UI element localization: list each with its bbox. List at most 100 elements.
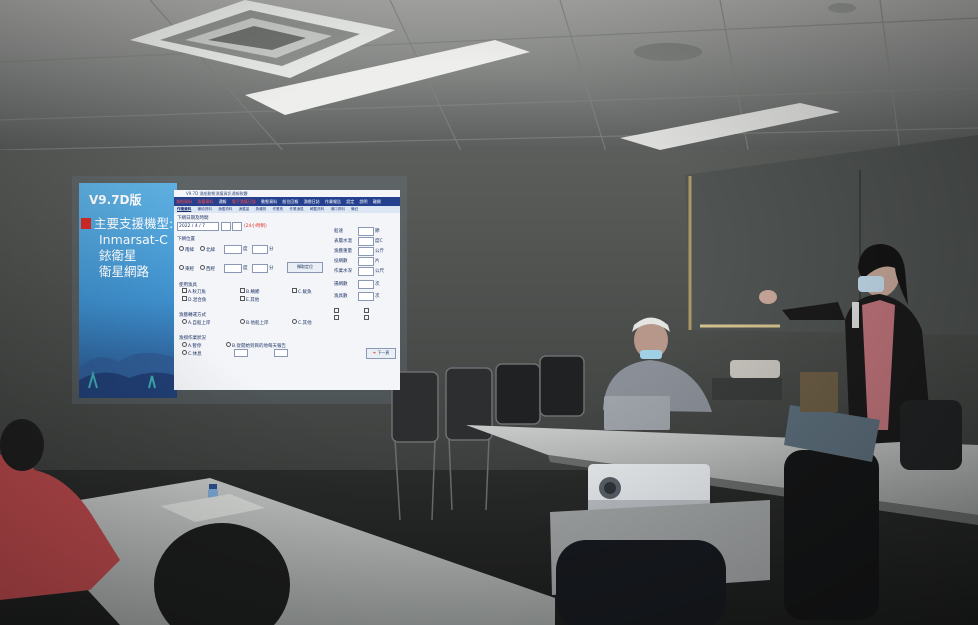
option-item[interactable] bbox=[364, 315, 370, 322]
menu-item[interactable]: 通報 bbox=[219, 199, 227, 204]
lon-minute-input[interactable] bbox=[252, 264, 268, 273]
projected-app-window: V9.7D 漁船動態漁獲資訊通報軟體 漁船資料 漁獲資料 通報 電子漁獲日誌 動… bbox=[174, 190, 400, 390]
app-tabbar: 作業資料 補填資料 漁獲資料 漁獲量 魚種別 作業別 作業漁區 轉載資料 港口資… bbox=[174, 206, 400, 213]
tab-item[interactable]: 漁獲量 bbox=[239, 207, 250, 211]
transfer-option[interactable]: C.其他 bbox=[292, 319, 312, 326]
radio-icon bbox=[226, 342, 231, 347]
transfer-option[interactable]: A.自船上岸 bbox=[182, 319, 210, 326]
hour-input[interactable] bbox=[221, 222, 231, 231]
field-input[interactable] bbox=[358, 237, 374, 246]
laptop bbox=[604, 396, 670, 430]
lon-degree-input[interactable] bbox=[224, 264, 242, 273]
option-item[interactable] bbox=[364, 308, 370, 315]
deg-unit: 度 bbox=[243, 247, 248, 252]
lon-radio-east[interactable]: 東經 bbox=[179, 265, 194, 272]
gear-option[interactable]: D.混合魚 bbox=[182, 296, 206, 303]
lat-minute-input[interactable] bbox=[252, 245, 268, 254]
field-input[interactable] bbox=[358, 292, 374, 301]
lat-radio-south[interactable]: 南緯 bbox=[179, 246, 194, 253]
minute-input[interactable] bbox=[232, 222, 242, 231]
radio-icon bbox=[200, 246, 205, 251]
right-options-group bbox=[334, 308, 394, 322]
field-input[interactable] bbox=[358, 257, 374, 266]
days-input[interactable] bbox=[234, 349, 248, 357]
field-input[interactable] bbox=[358, 247, 374, 256]
dark-chair-right bbox=[784, 450, 879, 620]
field-unit: 次 bbox=[375, 294, 380, 299]
checkbox-icon bbox=[364, 315, 369, 320]
field-unit: 片 bbox=[375, 259, 380, 264]
tab-item[interactable]: 漁獲資料 bbox=[218, 207, 232, 211]
transfer-option[interactable]: B.他船上岸 bbox=[240, 319, 269, 326]
lat-radio-north[interactable]: 北緯 bbox=[200, 246, 215, 253]
slide-feature-list: 主要支援機型: Inmarsat-C 銥衛星 衛星網路 bbox=[79, 216, 177, 280]
menu-item[interactable]: 離開 bbox=[373, 199, 381, 204]
tab-item[interactable]: 作業漁區 bbox=[289, 207, 303, 211]
position-label: 下網位置 bbox=[177, 237, 195, 242]
checkbox-icon bbox=[292, 288, 297, 293]
tab-item[interactable]: 魚種別 bbox=[256, 207, 267, 211]
radio-icon bbox=[240, 319, 245, 324]
checkbox-icon bbox=[182, 296, 187, 301]
radio-icon bbox=[182, 319, 187, 324]
slide-feature-item: Inmarsat-C bbox=[99, 232, 168, 247]
deg-unit: 度 bbox=[243, 266, 248, 271]
field-unit: 公尺 bbox=[375, 269, 384, 274]
bookmark-icon bbox=[81, 218, 91, 229]
menu-item[interactable]: 動態資料 bbox=[261, 199, 277, 204]
radio-icon bbox=[182, 350, 187, 355]
radio-icon bbox=[182, 342, 187, 347]
tab-item[interactable]: 作業別 bbox=[272, 207, 283, 211]
lat-degree-input[interactable] bbox=[224, 245, 242, 254]
menu-item[interactable]: 船位回報 bbox=[282, 199, 298, 204]
field-input[interactable] bbox=[358, 280, 374, 289]
gear-option[interactable]: A.秋刀魚 bbox=[182, 288, 206, 295]
slide-feature-item: 主要支援機型: bbox=[79, 216, 177, 232]
checkbox-icon bbox=[240, 288, 245, 293]
field-label: 漁獲重量 bbox=[334, 249, 352, 254]
field-label: 投網數 bbox=[334, 259, 348, 264]
tab-item[interactable]: 港口資料 bbox=[330, 207, 344, 211]
field-unit: 度C bbox=[375, 239, 383, 244]
menu-item[interactable]: 設定 bbox=[346, 199, 354, 204]
date-label: 下網日期及時間 bbox=[177, 216, 209, 221]
get-position-button[interactable]: 擷取定位 bbox=[287, 262, 323, 273]
ceiling-detector bbox=[828, 3, 856, 13]
dark-chair-mid bbox=[556, 540, 726, 625]
gear-option[interactable]: B.鯖鰺 bbox=[240, 288, 260, 295]
next-page-button[interactable]: ➜ 下一頁 bbox=[366, 348, 396, 359]
date-input[interactable]: 2022 / 4 / 7 bbox=[177, 222, 219, 231]
gear-option[interactable]: E.其他 bbox=[240, 296, 259, 303]
tab-item[interactable]: 備註 bbox=[351, 207, 358, 211]
menu-item[interactable]: 說明 bbox=[360, 199, 368, 204]
radio-icon bbox=[292, 319, 297, 324]
menu-item[interactable]: 作業報告 bbox=[325, 199, 341, 204]
tab-item[interactable]: 作業資料 bbox=[177, 207, 191, 211]
field-input[interactable] bbox=[358, 227, 374, 236]
status-label: 漁撈作業狀況 bbox=[179, 336, 206, 341]
tab-item[interactable]: 補填資料 bbox=[198, 207, 212, 211]
status-option[interactable]: C.休息 bbox=[182, 350, 202, 357]
menu-item[interactable]: 漁獲資料 bbox=[197, 199, 213, 204]
radio-icon bbox=[179, 265, 184, 270]
arrow-right-icon: ➜ bbox=[372, 350, 377, 355]
status-option[interactable]: B.從開始到目的地每天報告 bbox=[226, 342, 286, 349]
slide-feature-item: 銥衛星 bbox=[99, 248, 137, 263]
tab-item[interactable]: 轉載資料 bbox=[310, 207, 324, 211]
field-input[interactable] bbox=[358, 267, 374, 276]
menu-item[interactable]: 漁撈日誌 bbox=[304, 199, 320, 204]
lon-radio-west[interactable]: 西經 bbox=[200, 265, 215, 272]
radio-icon bbox=[179, 246, 184, 251]
option-item[interactable] bbox=[334, 315, 340, 322]
option-item[interactable] bbox=[334, 308, 340, 315]
hours-input[interactable] bbox=[274, 349, 288, 357]
slide-sidebar: V9.7D版 主要支援機型: Inmarsat-C 銥衛星 衛星網路 bbox=[79, 183, 177, 398]
gear-option[interactable]: C.魷魚 bbox=[292, 288, 312, 295]
menu-item[interactable]: 電子漁獲日誌 bbox=[232, 199, 256, 204]
status-option[interactable]: A.暫停 bbox=[182, 342, 201, 349]
ceiling bbox=[0, 0, 978, 170]
menu-item[interactable]: 漁船資料 bbox=[176, 199, 192, 204]
slide-version-label: V9.7D版 bbox=[89, 193, 142, 207]
ceiling-speaker bbox=[634, 43, 702, 61]
field-label: 漁具數 bbox=[334, 294, 348, 299]
